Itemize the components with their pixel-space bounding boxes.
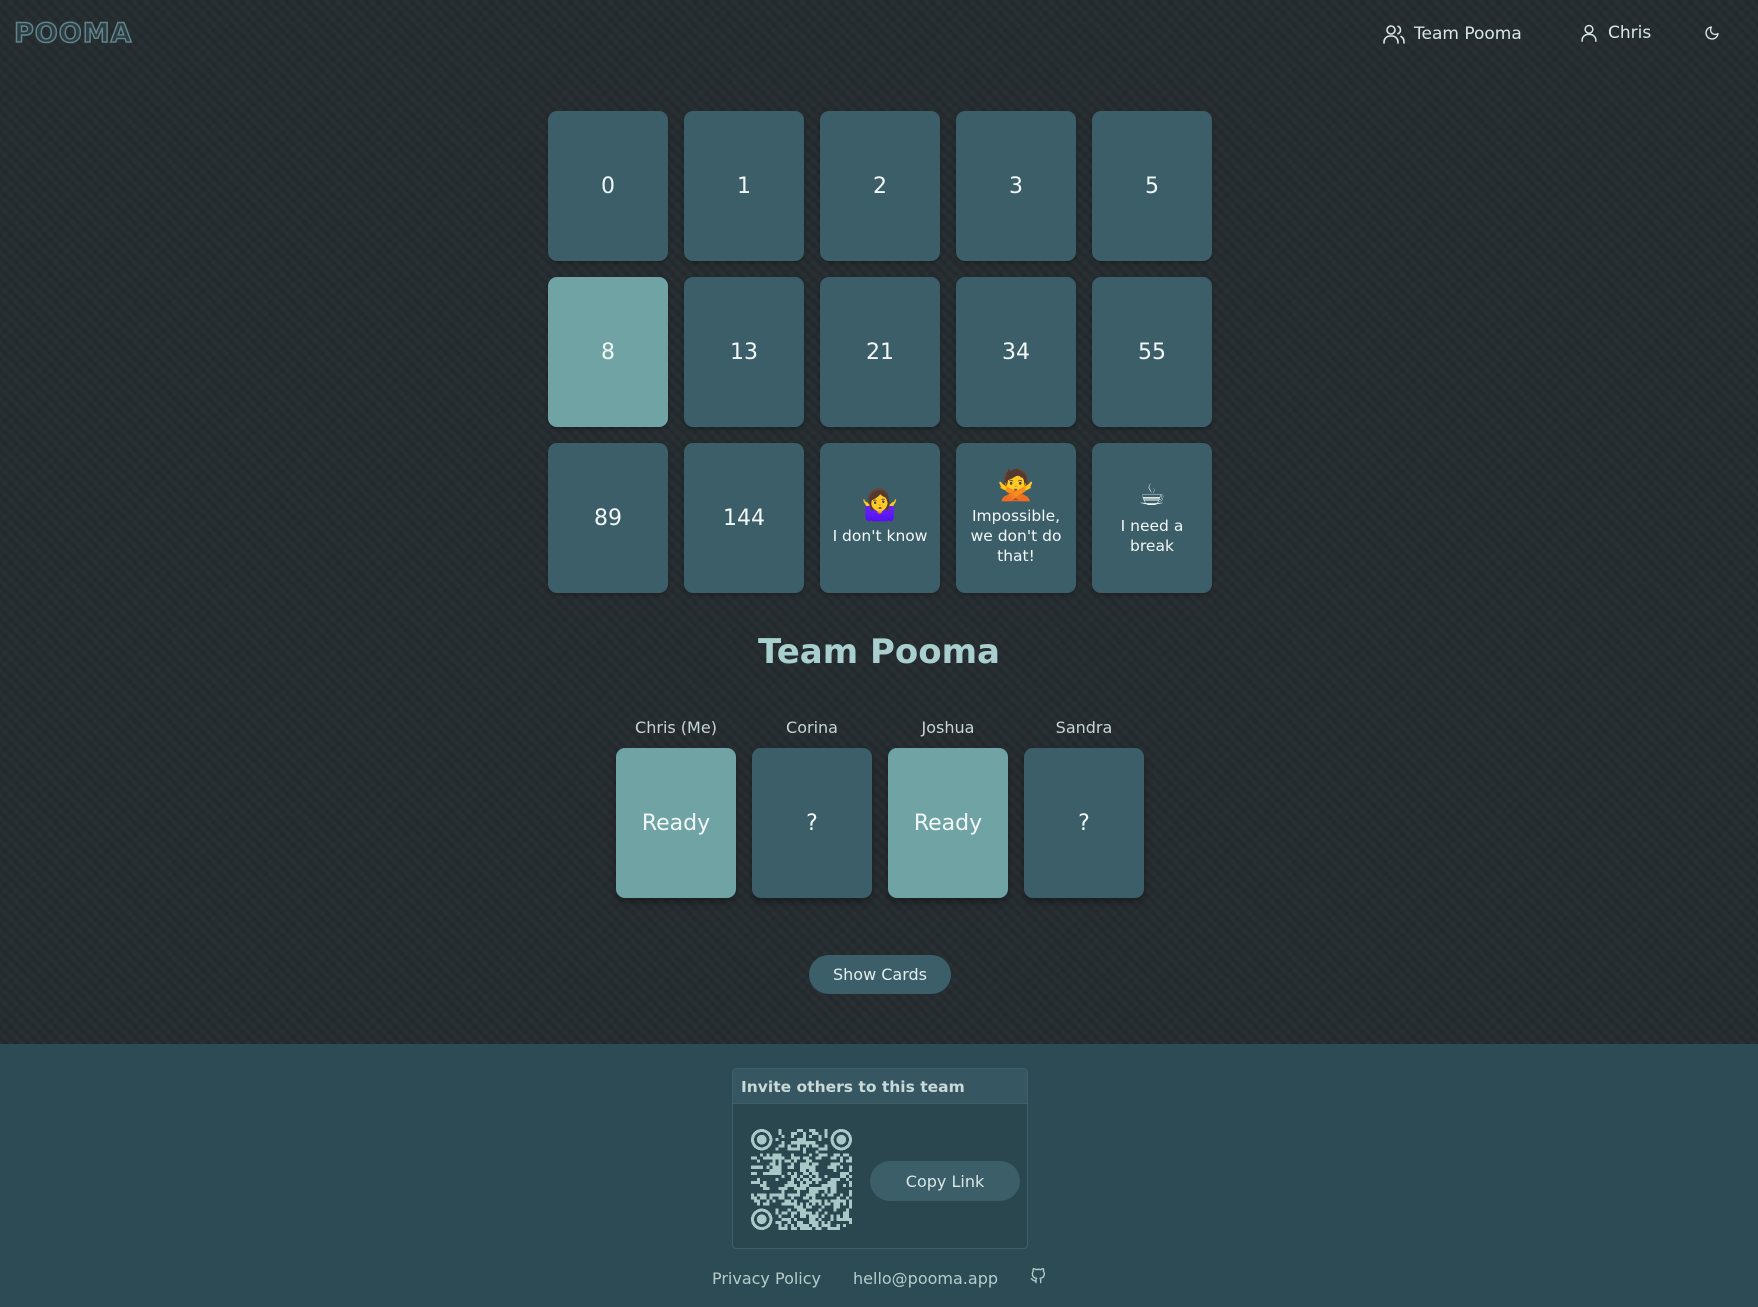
vote-card[interactable]: 3 xyxy=(956,111,1076,261)
vote-card-label: 1 xyxy=(737,173,751,199)
player-name: Corina xyxy=(786,718,838,737)
vote-card-label: Impossible, we don't do that! xyxy=(970,507,1062,565)
vote-card[interactable]: 🤷‍♀️ I don't know xyxy=(820,443,940,593)
top-bar: POOMA Team Pooma Chris xyxy=(0,0,1758,70)
player-card: Ready xyxy=(888,748,1008,898)
player-name: Joshua xyxy=(921,718,975,737)
contact-email-link[interactable]: hello@pooma.app xyxy=(853,1269,998,1288)
invite-title: Invite others to this team xyxy=(733,1069,1027,1104)
footer-links: Privacy Policy hello@pooma.app xyxy=(0,1267,1758,1288)
vote-card-emoji: 🙅 xyxy=(997,468,1035,503)
vote-card[interactable]: 8 xyxy=(548,277,668,427)
vote-card-label: 8 xyxy=(601,339,615,365)
vote-card[interactable]: 2 xyxy=(820,111,940,261)
github-link[interactable] xyxy=(1030,1267,1046,1288)
theme-toggle-button[interactable] xyxy=(1704,25,1728,41)
qr-code xyxy=(751,1129,852,1230)
invite-panel: Invite others to this team Copy Link xyxy=(732,1068,1028,1249)
vote-card[interactable]: 0 xyxy=(548,111,668,261)
vote-card[interactable]: 34 xyxy=(956,277,1076,427)
vote-card-label: I need a break xyxy=(1120,517,1184,555)
logo[interactable]: POOMA xyxy=(13,17,132,50)
vote-card-label: 21 xyxy=(866,339,894,365)
player: Joshua Ready xyxy=(888,718,1008,898)
vote-card-label: 34 xyxy=(1002,339,1030,365)
vote-card-label: 5 xyxy=(1145,173,1159,199)
player-card: Ready xyxy=(616,748,736,898)
user-menu-label: Chris xyxy=(1608,23,1652,43)
vote-card[interactable]: ☕ I need a break xyxy=(1092,443,1212,593)
copy-link-button[interactable]: Copy Link xyxy=(870,1161,1020,1201)
vote-card[interactable]: 5 xyxy=(1092,111,1212,261)
player-name: Chris (Me) xyxy=(635,718,717,737)
team-menu-label: Team Pooma xyxy=(1414,24,1522,44)
team-menu-button[interactable]: Team Pooma xyxy=(1382,22,1522,46)
player-name: Sandra xyxy=(1055,718,1113,737)
vote-card[interactable]: 🙅 Impossible, we don't do that! xyxy=(956,443,1076,593)
vote-card-label: 2 xyxy=(873,173,887,199)
moon-icon xyxy=(1705,26,1719,40)
player-card: ? xyxy=(752,748,872,898)
user-icon xyxy=(1581,24,1597,42)
vote-card[interactable]: 21 xyxy=(820,277,940,427)
team-title: Team Pooma xyxy=(758,632,1000,672)
vote-card-label: 13 xyxy=(730,339,758,365)
player: Corina? xyxy=(752,718,872,898)
vote-card-label: 0 xyxy=(601,173,615,199)
vote-card[interactable]: 89 xyxy=(548,443,668,593)
github-icon xyxy=(1030,1267,1046,1284)
vote-card[interactable]: 13 xyxy=(684,277,804,427)
vote-card-label: 144 xyxy=(723,505,765,531)
player: Chris (Me) Ready xyxy=(616,718,736,898)
vote-card-emoji: 🤷‍♀️ xyxy=(861,488,899,523)
vote-card[interactable]: 1 xyxy=(684,111,804,261)
users-icon xyxy=(1383,25,1405,44)
player: Sandra? xyxy=(1024,718,1144,898)
vote-card[interactable]: 144 xyxy=(684,443,804,593)
vote-card-label: 89 xyxy=(594,505,622,531)
privacy-policy-link[interactable]: Privacy Policy xyxy=(712,1269,821,1288)
vote-card-label: 55 xyxy=(1138,339,1166,365)
user-menu-button[interactable]: Chris xyxy=(1578,22,1651,44)
vote-card-label: I don't know xyxy=(832,527,928,545)
vote-card[interactable]: 55 xyxy=(1092,277,1212,427)
vote-card-emoji: ☕ xyxy=(1138,478,1166,513)
vote-card-label: 3 xyxy=(1009,173,1023,199)
player-card: ? xyxy=(1024,748,1144,898)
show-cards-button[interactable]: Show Cards xyxy=(809,955,951,994)
